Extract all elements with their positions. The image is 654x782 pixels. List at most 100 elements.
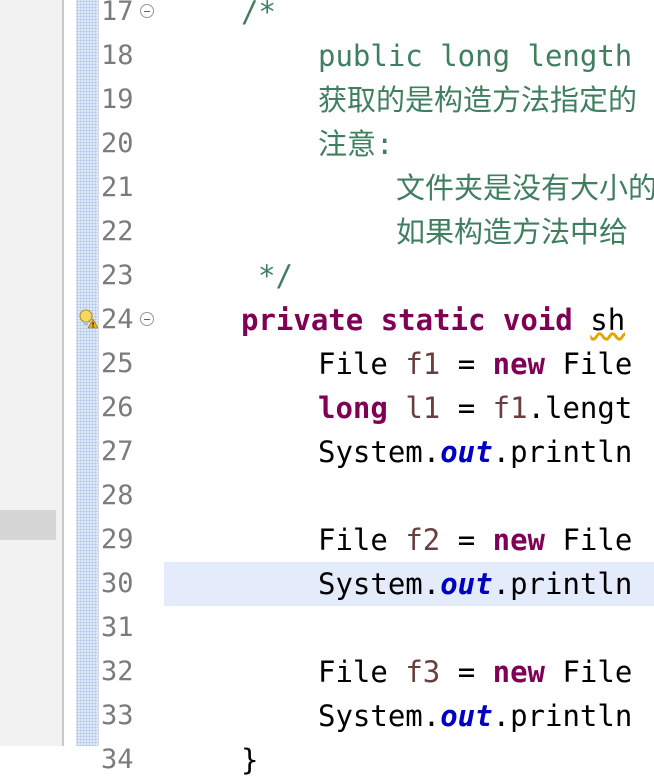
code-text: 文件夹是没有大小的: [396, 166, 654, 210]
token-field: out: [440, 435, 493, 469]
code-line[interactable]: 32 File f3 = new File: [0, 650, 654, 694]
code-line[interactable]: 20 注意:: [0, 122, 654, 166]
line-number: 26: [101, 392, 134, 423]
code-text: long l1 = f1.lengt: [318, 386, 632, 430]
token-plain: File: [318, 523, 406, 557]
token-var: f2: [405, 523, 441, 557]
code-line-current[interactable]: 30 System.out.println: [0, 562, 654, 606]
token-plain: .println: [492, 567, 633, 601]
line-number: 24: [101, 304, 134, 335]
code-line[interactable]: 31: [0, 606, 654, 650]
token-comment: 获取的是构造方法指定的: [318, 83, 638, 117]
code-line[interactable]: 17 /*: [0, 0, 654, 34]
token-plain: .lengt: [527, 391, 633, 425]
token-plain: =: [440, 391, 493, 425]
code-text: /*: [241, 0, 276, 34]
code-text: System.out.println: [318, 562, 632, 606]
token-plain: =: [440, 347, 493, 381]
token-comment: 文件夹是没有大小的: [396, 171, 654, 205]
token-plain: System.: [318, 699, 441, 733]
token-kw: private: [241, 303, 364, 337]
line-number: 20: [101, 128, 134, 159]
code-line[interactable]: 19 获取的是构造方法指定的: [0, 78, 654, 122]
line-number: 17: [101, 0, 134, 27]
code-text: File f1 = new File: [318, 342, 632, 386]
token-kw: static: [380, 303, 486, 337]
code-text: System.out.println: [318, 430, 632, 474]
token-plain: File: [545, 347, 633, 381]
collapse-icon[interactable]: [140, 4, 154, 18]
line-number: 23: [101, 260, 134, 291]
token-comment: */: [258, 259, 293, 293]
code-text: System.out.println: [318, 694, 632, 738]
code-text: 注意:: [318, 122, 393, 166]
code-text: 如果构造方法中给: [396, 210, 628, 254]
token-plain: .println: [492, 699, 633, 733]
line-number: 25: [101, 348, 134, 379]
code-text: public long length: [318, 34, 632, 78]
token-var: l1: [405, 391, 441, 425]
token-comment: 注意:: [318, 127, 394, 161]
token-field: out: [440, 699, 493, 733]
line-number: 22: [101, 216, 134, 247]
token-var: f1: [492, 391, 528, 425]
code-text: File f3 = new File: [318, 650, 632, 694]
code-line[interactable]: 29 File f2 = new File: [0, 518, 654, 562]
line-number: 30: [101, 568, 134, 599]
token-plain: }: [241, 743, 259, 777]
code-line[interactable]: 21 文件夹是没有大小的: [0, 166, 654, 210]
token-plain: =: [440, 523, 493, 557]
token-plain: File: [318, 655, 406, 689]
token-kw: new: [492, 655, 546, 689]
code-line[interactable]: 33 System.out.println: [0, 694, 654, 738]
line-number: 33: [101, 700, 134, 731]
code-line[interactable]: 27 System.out.println: [0, 430, 654, 474]
line-number: 19: [101, 84, 134, 115]
line-number: 28: [101, 480, 134, 511]
code-line[interactable]: 22 如果构造方法中给: [0, 210, 654, 254]
code-line[interactable]: 23 */: [0, 254, 654, 298]
token-plain: File: [545, 655, 633, 689]
token-var: f1: [405, 347, 441, 381]
token-kw: new: [492, 347, 546, 381]
code-line[interactable]: 24 private static void sh: [0, 298, 654, 342]
line-number: 18: [101, 40, 134, 71]
line-number: 31: [101, 612, 134, 643]
token-squiggle: sh: [590, 303, 626, 337]
token-kw: void: [502, 303, 573, 337]
token-comment: /*: [241, 0, 276, 29]
code-text: }: [241, 738, 258, 782]
token-kw: new: [492, 523, 546, 557]
code-line[interactable]: 18 public long length: [0, 34, 654, 78]
token-comment: public long length: [318, 39, 633, 73]
code-line[interactable]: 26 long l1 = f1.lengt: [0, 386, 654, 430]
collapse-icon[interactable]: [140, 312, 154, 326]
token-plain: System.: [318, 435, 441, 469]
warning-lightbulb-icon[interactable]: [78, 308, 98, 330]
line-number: 27: [101, 436, 134, 467]
code-line[interactable]: 25 File f1 = new File: [0, 342, 654, 386]
code-text: private static void sh: [241, 298, 625, 342]
code-text: */: [258, 254, 293, 298]
line-number: 32: [101, 656, 134, 687]
token-plain: File: [318, 347, 406, 381]
token-comment: 如果构造方法中给: [396, 215, 629, 249]
line-number: 29: [101, 524, 134, 555]
token-plain: File: [545, 523, 633, 557]
code-text: File f2 = new File: [318, 518, 632, 562]
token-field: out: [440, 567, 493, 601]
code-line[interactable]: 28: [0, 474, 654, 518]
token-kw: long: [318, 391, 388, 425]
code-line[interactable]: 34}: [0, 738, 654, 782]
line-number: 34: [101, 744, 134, 775]
code-text: 获取的是构造方法指定的: [318, 78, 637, 122]
line-number: 21: [101, 172, 134, 203]
token-plain: .println: [492, 435, 633, 469]
token-var: f3: [405, 655, 441, 689]
token-plain: System.: [318, 567, 441, 601]
token-plain: =: [440, 655, 493, 689]
